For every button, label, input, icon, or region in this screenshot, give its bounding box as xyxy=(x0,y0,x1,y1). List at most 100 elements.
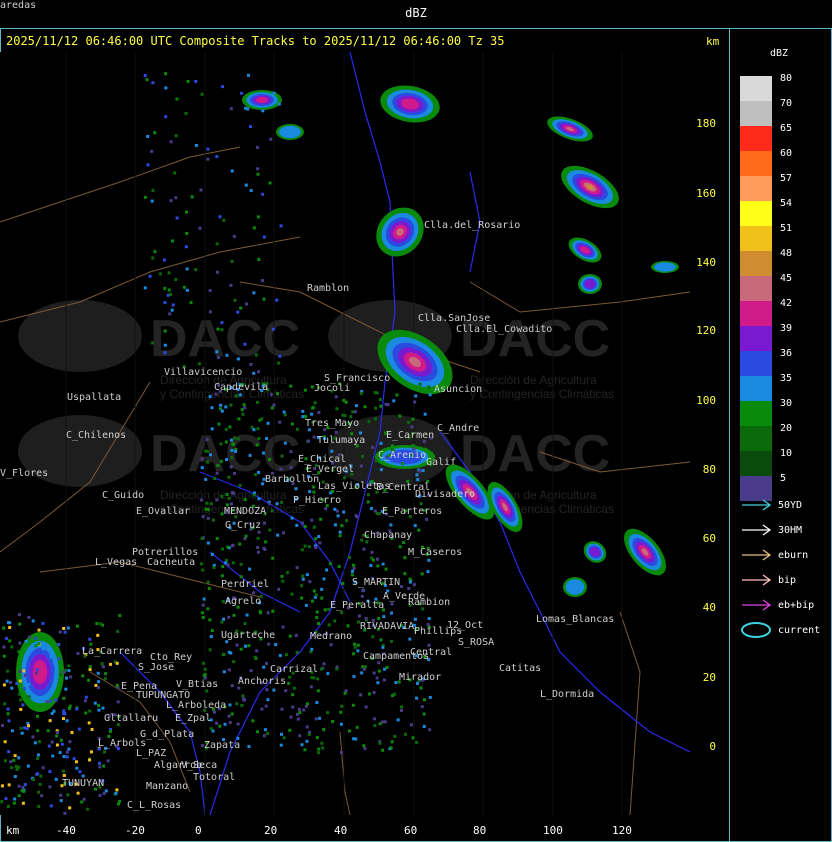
place-label: C_L_Rosas xyxy=(127,800,182,811)
echo-pixel xyxy=(425,517,429,521)
place-label: Rambion xyxy=(408,597,451,608)
echo-pixel xyxy=(310,676,314,680)
echo-pixel xyxy=(255,443,259,447)
echo-pixel xyxy=(206,580,210,584)
y-tick-label: 60 xyxy=(702,532,716,545)
echo-pixel xyxy=(249,669,253,673)
place-label: L_PAZ xyxy=(136,748,167,759)
echo-pixel xyxy=(362,547,366,551)
echo-pixel xyxy=(215,498,219,502)
echo-pixel xyxy=(427,385,431,389)
echo-pixel xyxy=(396,718,400,722)
echo-pixel xyxy=(411,444,415,448)
echo-pixel xyxy=(281,579,285,583)
echo-pixel xyxy=(265,437,269,441)
echo-pixel xyxy=(164,86,168,90)
echo-pixel xyxy=(351,703,355,707)
echo-pixel xyxy=(6,804,10,808)
echo-pixel xyxy=(327,623,331,627)
echo-pixel xyxy=(22,669,26,673)
echo-pixel xyxy=(206,508,210,512)
echo-pixel xyxy=(364,705,368,709)
echo-pixel xyxy=(236,310,240,314)
storm-cell xyxy=(380,85,440,123)
echo-pixel xyxy=(216,464,220,468)
echo-pixel xyxy=(422,698,426,702)
echo-pixel xyxy=(206,460,210,464)
echo-pixel xyxy=(229,438,233,442)
echo-pixel xyxy=(377,669,381,673)
place-label: Central xyxy=(410,647,453,658)
echo-pixel xyxy=(239,562,243,566)
echo-pixel xyxy=(232,660,236,664)
echo-pixel xyxy=(267,642,271,646)
echo-pixel xyxy=(301,574,305,578)
legend-level-label: 5 xyxy=(780,473,787,484)
echo-pixel xyxy=(210,552,214,556)
echo-pixel xyxy=(339,751,343,755)
track-legend-item: bip xyxy=(740,572,796,588)
echo-pixel xyxy=(99,622,103,626)
echo-pixel xyxy=(2,654,6,658)
echo-pixel xyxy=(18,651,22,655)
echo-pixel xyxy=(96,671,100,675)
place-label: E_Ovallar xyxy=(136,506,191,517)
echo-pixel xyxy=(257,497,261,501)
echo-pixel xyxy=(40,794,44,798)
echo-pixel xyxy=(312,490,316,494)
echo-pixel xyxy=(256,427,260,431)
echo-pixel xyxy=(415,740,419,744)
echo-pixel xyxy=(59,799,63,803)
echo-pixel xyxy=(209,635,213,639)
echo-pixel xyxy=(34,644,38,648)
place-label: Medrano xyxy=(310,631,353,642)
echo-pixel xyxy=(360,538,364,542)
place-label: L_Arboleda xyxy=(166,700,227,711)
echo-pixel xyxy=(186,79,190,83)
echo-pixel xyxy=(164,72,168,76)
echo-pixel xyxy=(311,599,315,603)
x-tick-label: 100 xyxy=(543,824,563,837)
echo-pixel xyxy=(392,399,396,403)
legend-swatch xyxy=(740,176,772,201)
echo-pixel xyxy=(27,615,31,619)
place-label: Chapanay xyxy=(364,530,413,541)
echo-pixel xyxy=(62,696,66,700)
echo-pixel xyxy=(116,629,120,633)
echo-pixel xyxy=(230,491,234,495)
echo-pixel xyxy=(274,643,278,647)
echo-pixel xyxy=(64,687,68,691)
echo-pixel xyxy=(97,680,101,684)
echo-pixel xyxy=(261,109,265,113)
echo-pixel xyxy=(322,728,326,732)
echo-pixel xyxy=(420,705,424,709)
echo-pixel xyxy=(236,357,240,361)
legend-level-label: 45 xyxy=(780,273,793,284)
echo-pixel xyxy=(308,580,312,584)
echo-pixel xyxy=(292,686,296,690)
echo-pixel xyxy=(8,621,12,625)
x-tick-label: 40 xyxy=(334,824,348,837)
echo-pixel xyxy=(339,722,343,726)
echo-pixel xyxy=(227,475,231,479)
echo-pixel xyxy=(372,691,376,695)
echo-pixel xyxy=(382,678,386,682)
echo-pixel xyxy=(203,667,207,671)
echo-pixel xyxy=(17,784,21,788)
echo-pixel xyxy=(175,216,179,220)
echo-pixel xyxy=(36,753,40,757)
echo-pixel xyxy=(270,406,274,410)
echo-pixel xyxy=(243,406,247,410)
place-label: Catitas xyxy=(499,663,542,674)
echo-pixel xyxy=(271,609,275,613)
echo-pixel xyxy=(343,691,347,695)
echo-pixel xyxy=(98,793,102,797)
echo-pixel xyxy=(371,635,375,639)
echo-pixel xyxy=(10,686,14,690)
echo-pixel xyxy=(356,643,360,647)
echo-pixel xyxy=(415,473,419,477)
track-legend-item: 50YD xyxy=(740,497,802,513)
echo-pixel xyxy=(220,328,224,332)
echo-pixel xyxy=(81,674,85,678)
place-label: MENDOZA xyxy=(224,506,267,517)
